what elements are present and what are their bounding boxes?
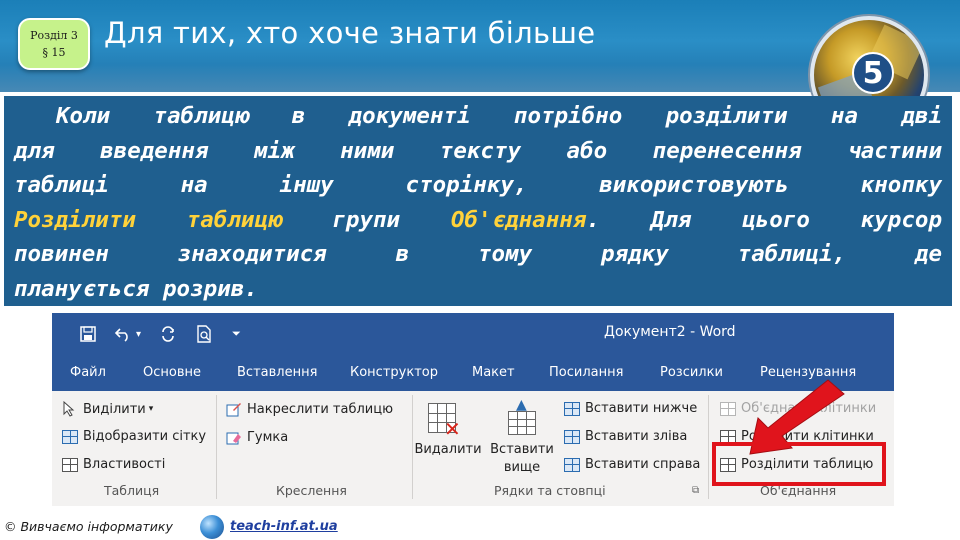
print-preview-icon[interactable] bbox=[196, 323, 212, 345]
tab-home[interactable]: Основне bbox=[143, 365, 201, 380]
undo-icon[interactable] bbox=[114, 323, 132, 345]
text-line: таблиці на іншу сторінку, використовують… bbox=[14, 172, 942, 198]
section-badge: Розділ 3 § 15 bbox=[18, 18, 90, 70]
insert-below-button[interactable]: Вставити нижче bbox=[564, 401, 697, 416]
tab-layout[interactable]: Макет bbox=[472, 365, 515, 380]
group-label-draw: Креслення bbox=[276, 483, 347, 498]
highlight-split-table: Розділити таблицю bbox=[14, 206, 282, 233]
tab-design[interactable]: Конструктор bbox=[350, 365, 438, 380]
explanation-box: Коли таблицю в документі потрібно розділ… bbox=[4, 96, 952, 306]
text-line: Розділити таблицю групи Об'єднання. Для … bbox=[14, 203, 942, 238]
arrow-up-icon: ▲ bbox=[516, 397, 527, 413]
explanation-text: Коли таблицю в документі потрібно розділ… bbox=[14, 99, 942, 306]
redo-icon[interactable] bbox=[160, 323, 176, 345]
delete-button[interactable]: Видалити bbox=[414, 441, 482, 459]
insert-below-label: Вставити нижче bbox=[585, 401, 698, 416]
tab-mailings[interactable]: Розсилки bbox=[660, 365, 723, 380]
tab-references[interactable]: Посилання bbox=[549, 365, 623, 380]
gridlines-icon bbox=[62, 429, 78, 444]
footer: © Вивчаємо інформатику teach-inf.at.ua bbox=[0, 514, 960, 540]
insert-above-label-2: вище bbox=[503, 460, 541, 475]
pencil-icon bbox=[226, 401, 242, 417]
eraser-button[interactable]: Гумка bbox=[226, 429, 288, 445]
text-line: планується розрив. bbox=[14, 275, 258, 302]
properties-icon bbox=[62, 457, 78, 472]
properties-button[interactable]: Властивості bbox=[62, 457, 165, 472]
eraser-label: Гумка bbox=[247, 429, 289, 445]
delete-x-icon: ✕ bbox=[444, 417, 461, 441]
insert-right-icon bbox=[564, 457, 580, 472]
group-divider bbox=[412, 395, 413, 499]
insert-above-icon bbox=[508, 411, 536, 435]
text-line: повинен знаходитися в тому рядку таблиці… bbox=[14, 241, 942, 267]
page-title: Для тих, хто хоче знати більше bbox=[104, 16, 596, 50]
eraser-icon bbox=[226, 429, 242, 445]
insert-left-icon bbox=[564, 429, 580, 444]
undo-dropdown-icon[interactable]: ▾ bbox=[136, 323, 141, 345]
save-icon[interactable] bbox=[80, 323, 96, 345]
footer-copyright: © Вивчаємо інформатику bbox=[4, 519, 173, 534]
insert-above-button[interactable]: Вставити вище bbox=[488, 441, 556, 477]
insert-above-label-1: Вставити bbox=[490, 442, 554, 457]
view-gridlines-button[interactable]: Відобразити сітку bbox=[62, 429, 206, 444]
chevron-down-icon: ▾ bbox=[148, 404, 154, 414]
insert-left-button[interactable]: Вставити зліва bbox=[564, 429, 687, 444]
grade-number-badge: 5 bbox=[852, 52, 894, 94]
group-label-table: Таблиця bbox=[104, 483, 160, 498]
insert-right-button[interactable]: Вставити справа bbox=[564, 457, 700, 472]
group-divider bbox=[708, 395, 709, 499]
customize-toolbar-icon[interactable]: ⏷ bbox=[232, 323, 241, 345]
draw-table-label: Накреслити таблицю bbox=[247, 401, 394, 417]
dialog-launcher-icon[interactable]: ⧉ bbox=[692, 485, 699, 496]
text-fragment: . Для цього курсор bbox=[586, 206, 942, 233]
select-button[interactable]: Виділити ▾ bbox=[62, 400, 154, 417]
section-paragraph: § 15 bbox=[42, 46, 66, 59]
draw-table-button[interactable]: Накреслити таблицю bbox=[226, 401, 393, 417]
highlight-merge-group: Об'єднання bbox=[450, 206, 587, 233]
view-gridlines-label: Відобразити сітку bbox=[83, 429, 207, 444]
globe-icon bbox=[200, 515, 224, 539]
insert-below-icon bbox=[564, 401, 580, 416]
word-title-bar: ▾ ⏷ Документ2 - Word bbox=[52, 313, 894, 355]
split-table-highlight bbox=[712, 442, 886, 486]
tab-file[interactable]: Файл bbox=[70, 365, 106, 380]
insert-left-label: Вставити зліва bbox=[585, 429, 688, 444]
text-line: Коли таблицю в документі потрібно розділ… bbox=[56, 103, 942, 129]
properties-label: Властивості bbox=[83, 457, 166, 472]
group-label-rows-columns: Рядки та стовпці bbox=[494, 483, 606, 498]
section-chapter: Розділ 3 bbox=[30, 29, 78, 42]
select-label: Виділити bbox=[83, 401, 146, 417]
text-fragment: групи bbox=[281, 206, 451, 233]
tab-insert[interactable]: Вставлення bbox=[237, 365, 317, 380]
group-divider bbox=[216, 395, 217, 499]
cursor-icon bbox=[62, 400, 78, 417]
document-title: Документ2 - Word bbox=[604, 324, 736, 340]
footer-site-link[interactable]: teach-inf.at.ua bbox=[230, 519, 338, 534]
text-line: для введення між ними тексту або перенес… bbox=[14, 137, 942, 164]
insert-right-label: Вставити справа bbox=[585, 457, 701, 472]
